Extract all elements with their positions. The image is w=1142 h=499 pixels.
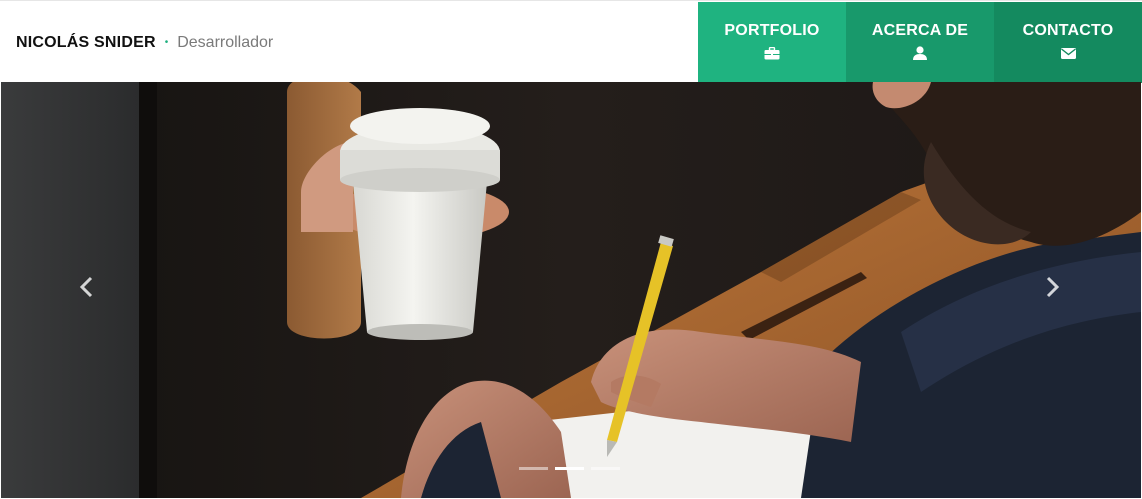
hero-carousel[interactable] (1, 82, 1141, 498)
brand-role: Desarrollador (177, 34, 274, 51)
chevron-right-icon (1046, 276, 1060, 303)
user-icon (912, 46, 928, 60)
carousel-indicators (519, 467, 620, 470)
nav-item-label: PORTFOLIO (724, 22, 820, 39)
page: NICOLÁS SNIDER • Desarrollador PORTFOLIO… (0, 0, 1142, 499)
nav-item-label: CONTACTO (1022, 22, 1114, 39)
nav-item-label: ACERCA DE (871, 22, 969, 39)
carousel-prev-button[interactable] (75, 276, 97, 303)
briefcase-icon (764, 46, 780, 60)
nav-item-contact[interactable]: CONTACTO (994, 2, 1142, 83)
carousel-next-button[interactable] (1042, 276, 1064, 303)
carousel-indicator-active[interactable] (555, 467, 584, 470)
brand-separator: • (164, 37, 169, 48)
carousel-indicator[interactable] (519, 467, 548, 470)
chevron-left-icon (79, 276, 93, 303)
envelope-icon (1060, 46, 1076, 60)
main-nav: PORTFOLIO ACERCA DE CONTACTO (698, 2, 1142, 83)
nav-item-about[interactable]: ACERCA DE (846, 2, 994, 83)
header: NICOLÁS SNIDER • Desarrollador PORTFOLIO… (0, 0, 1142, 83)
carousel-indicator[interactable] (591, 467, 620, 470)
brand[interactable]: NICOLÁS SNIDER • Desarrollador (16, 34, 273, 52)
nav-item-portfolio[interactable]: PORTFOLIO (698, 2, 846, 83)
slide-image (1, 82, 1141, 498)
brand-name[interactable]: NICOLÁS SNIDER (16, 34, 156, 52)
